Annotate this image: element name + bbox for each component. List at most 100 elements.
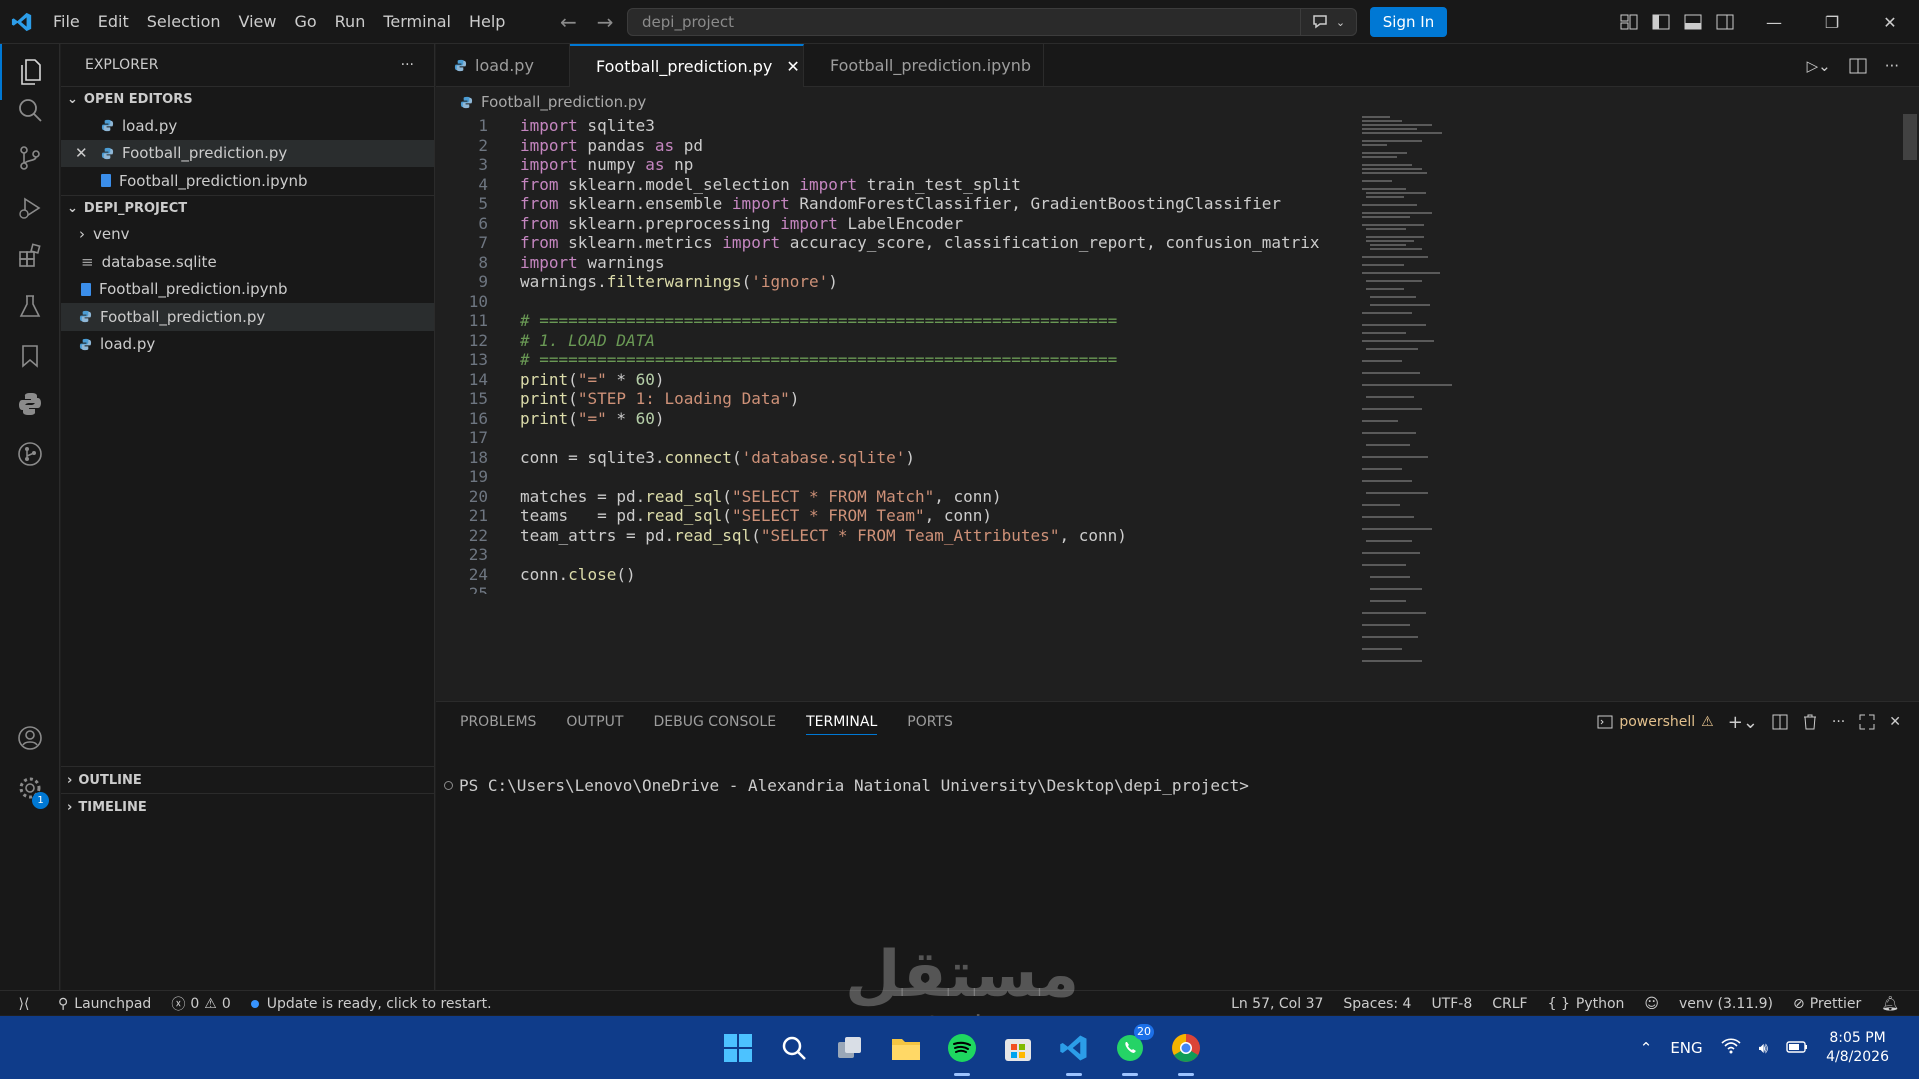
menu-go[interactable]: Go (285, 0, 325, 44)
more-actions-icon[interactable]: ··· (1832, 714, 1845, 730)
menu-selection[interactable]: Selection (138, 0, 230, 44)
split-editor-icon[interactable] (1849, 58, 1867, 74)
clock[interactable]: 8:05 PM 4/8/2026 (1826, 1029, 1889, 1067)
problems-item[interactable]: ⓧ 0 ⚠ 0 (171, 994, 230, 1014)
volume-icon[interactable]: 🔊︎ (1759, 1039, 1768, 1057)
wifi-icon[interactable] (1721, 1037, 1741, 1058)
minimize-icon[interactable]: — (1745, 13, 1803, 32)
line-ending[interactable]: CRLF (1492, 996, 1527, 1012)
close-icon[interactable]: ✕ (75, 144, 88, 162)
menu-edit[interactable]: Edit (89, 0, 138, 44)
file-label: venv (93, 225, 130, 244)
python-activity[interactable] (0, 376, 60, 432)
update-item[interactable]: Update is ready, click to restart. (250, 996, 492, 1012)
open-editor-item[interactable]: load.py (61, 112, 434, 140)
command-decoration-icon (444, 781, 453, 790)
tab-football-prediction-ipynb[interactable]: Football_prediction.ipynb (804, 44, 1044, 87)
prettier-item[interactable]: ⊘ Prettier (1793, 996, 1861, 1012)
close-panel-icon[interactable]: ✕ (1889, 714, 1901, 730)
bell-icon[interactable]: 🔔︎ (1881, 996, 1899, 1012)
maximize-panel-icon[interactable] (1859, 714, 1875, 730)
tab-ports[interactable]: PORTS (907, 714, 953, 730)
menu-terminal[interactable]: Terminal (374, 0, 460, 44)
toggle-secondary-sidebar-icon[interactable] (1716, 14, 1734, 30)
chrome-app[interactable] (1168, 1030, 1204, 1076)
file-explorer-app[interactable] (888, 1030, 924, 1066)
run-icon[interactable]: ▷⌄ (1807, 57, 1831, 75)
accounts-activity[interactable] (0, 710, 60, 766)
menu-help[interactable]: Help (460, 0, 514, 44)
open-editors-section[interactable]: ⌄ OPEN EDITORS (61, 86, 434, 112)
whatsapp-app[interactable]: 20 (1112, 1023, 1154, 1076)
terminal-output[interactable]: PS C:\Users\Lenovo\OneDrive - Alexandria… (444, 776, 1249, 795)
chevron-up-icon[interactable]: ⌃ (1640, 1039, 1653, 1057)
arrow-right-icon[interactable]: → (597, 10, 614, 34)
arrow-left-icon[interactable]: ← (560, 10, 577, 34)
breadcrumb-file[interactable]: Football_prediction.py (481, 93, 646, 111)
open-editor-item[interactable]: Football_prediction.ipynb (61, 167, 434, 195)
menu-file[interactable]: File (44, 0, 89, 44)
python-file-icon (79, 311, 92, 323)
vscode-taskbar-app[interactable] (1056, 1030, 1092, 1076)
launchpad-label: Launchpad (74, 995, 152, 1012)
project-section[interactable]: ⌄ DEPI_PROJECT (61, 194, 434, 221)
indentation[interactable]: Spaces: 4 (1343, 996, 1411, 1012)
toggle-primary-sidebar-icon[interactable] (1652, 14, 1670, 30)
copilot-chat-button[interactable]: ⌄ (1300, 8, 1356, 36)
tab-output[interactable]: OUTPUT (566, 714, 623, 730)
copilot-icon[interactable]: ☺ (1644, 996, 1659, 1012)
sign-in-button[interactable]: Sign In (1370, 7, 1447, 37)
timeline-section[interactable]: › TIMELINE (61, 793, 435, 820)
task-view-button[interactable] (832, 1030, 868, 1066)
code-editor[interactable]: 1 import sqlite3 2 import pandas as pd 3 im… (436, 114, 1919, 700)
file-item-active[interactable]: Football_prediction.py (61, 303, 434, 331)
taskbar-search-button[interactable] (776, 1030, 812, 1066)
tab-debug-console[interactable]: DEBUG CONSOLE (653, 714, 776, 730)
editor-scrollbar[interactable] (1903, 114, 1917, 160)
encoding[interactable]: UTF-8 (1431, 996, 1472, 1012)
add-terminal-icon[interactable]: +⌄ (1728, 712, 1758, 733)
cursor-position[interactable]: Ln 57, Col 37 (1231, 996, 1323, 1012)
customize-layout-icon[interactable] (1620, 14, 1638, 30)
spotify-app[interactable] (944, 1030, 980, 1076)
outline-section[interactable]: › OUTLINE (61, 766, 435, 793)
more-actions-icon[interactable]: ··· (401, 57, 414, 73)
python-interpreter[interactable]: venv (3.11.9) (1679, 996, 1773, 1012)
menu-run[interactable]: Run (326, 0, 375, 44)
remote-icon[interactable]: ⟩⟨ (10, 996, 38, 1012)
bottom-panel: PROBLEMS OUTPUT DEBUG CONSOLE TERMINAL P… (436, 701, 1919, 990)
terminal-profile[interactable]: powershell ⚠ (1597, 714, 1714, 730)
command-center-search[interactable]: depi_project (627, 8, 1357, 36)
file-item[interactable]: Football_prediction.ipynb (61, 276, 434, 304)
language-mode[interactable]: { } Python (1548, 996, 1625, 1012)
tab-terminal[interactable]: TERMINAL (806, 714, 878, 735)
split-terminal-icon[interactable] (1772, 714, 1788, 730)
tab-football-prediction-py[interactable]: Football_prediction.py ✕ (570, 44, 804, 87)
manage-activity[interactable]: 1 (0, 760, 60, 816)
microsoft-store-app[interactable] (1000, 1030, 1036, 1066)
restore-icon[interactable]: ❐ (1803, 13, 1861, 32)
launchpad-item[interactable]: ⚲ Launchpad (58, 996, 151, 1012)
python-icon (19, 393, 41, 415)
language-indicator[interactable]: ENG (1670, 1039, 1702, 1057)
folder-item[interactable]: › venv (61, 221, 434, 249)
more-actions-icon[interactable]: ··· (1885, 57, 1899, 75)
title-bar: File Edit Selection View Go Run Terminal… (0, 0, 1919, 44)
testing-activity[interactable] (0, 278, 60, 334)
git-graph-activity[interactable] (0, 426, 60, 482)
start-button[interactable] (720, 1030, 756, 1066)
source-control-activity[interactable] (0, 130, 60, 186)
minimap[interactable] (1352, 114, 1462, 674)
file-item[interactable]: load.py (61, 331, 434, 359)
toggle-panel-icon[interactable] (1684, 14, 1702, 30)
tab-problems[interactable]: PROBLEMS (460, 714, 536, 730)
file-item[interactable]: ≡ database.sqlite (61, 248, 434, 276)
extensions-activity[interactable] (0, 228, 60, 284)
battery-icon[interactable] (1786, 1039, 1808, 1057)
close-window-icon[interactable]: ✕ (1861, 13, 1919, 32)
close-icon[interactable]: ✕ (786, 57, 799, 76)
trash-icon[interactable] (1802, 714, 1818, 730)
open-editor-item-active[interactable]: ✕ Football_prediction.py (61, 139, 434, 167)
menu-view[interactable]: View (230, 0, 286, 44)
tab-load-py[interactable]: load.py (436, 44, 570, 87)
